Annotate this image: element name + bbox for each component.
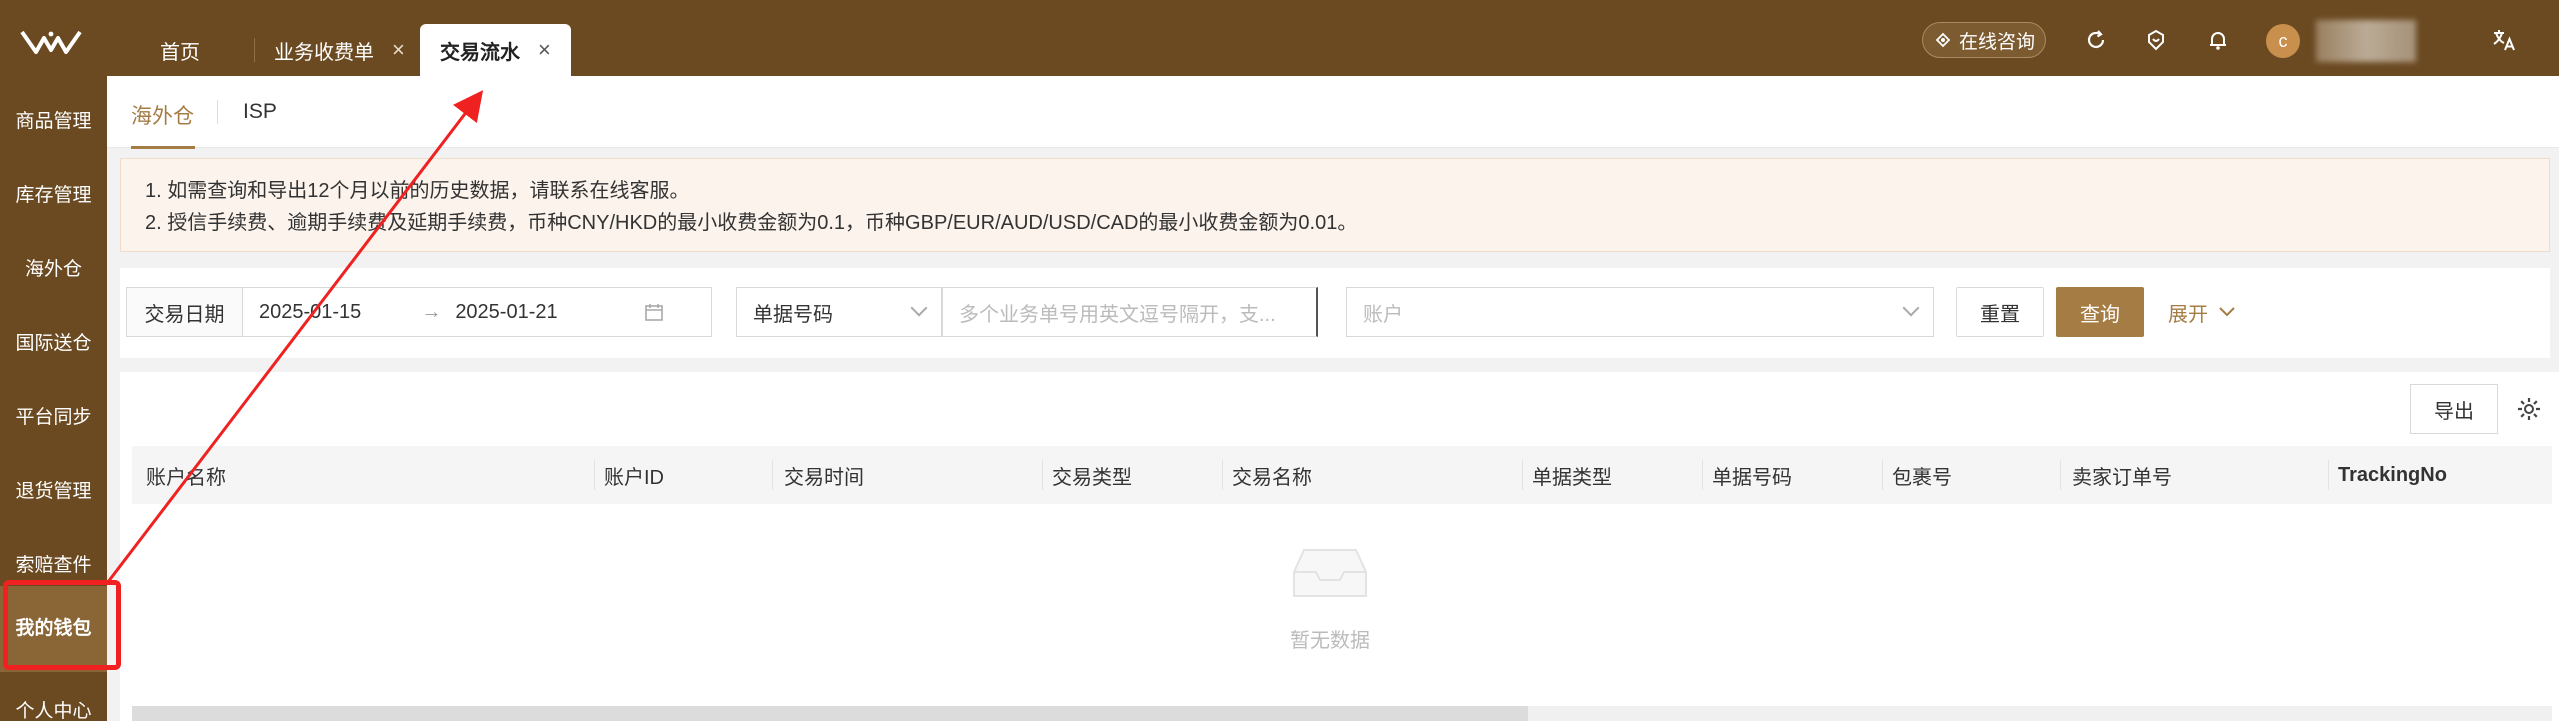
column-divider (1882, 460, 1883, 490)
refresh-icon[interactable] (2082, 26, 2110, 54)
scrollbar-thumb[interactable] (132, 706, 1528, 721)
column-divider (1702, 460, 1703, 490)
date-end-input[interactable]: 2025-01-21 (455, 301, 557, 324)
calendar-icon[interactable] (644, 302, 664, 322)
column-header-seller-order[interactable]: 卖家订单号 (2072, 446, 2172, 504)
active-subtab-indicator (131, 146, 195, 149)
doc-number-input[interactable]: 多个业务单号用英文逗号隔开，支... (942, 287, 1318, 337)
tab-transactions[interactable]: 交易流水 × (420, 24, 571, 76)
column-header-transaction-name[interactable]: 交易名称 (1232, 446, 1312, 504)
column-divider (1522, 460, 1523, 490)
online-consult-label: 在线咨询 (1958, 31, 2035, 53)
range-arrow-icon: → (421, 300, 442, 323)
column-header-account-id[interactable]: 账户ID (604, 446, 664, 504)
close-icon[interactable]: × (392, 37, 405, 63)
top-bar: 首页 业务收费单 × 交易流水 × 在线咨询 c (0, 0, 2559, 76)
transactions-table-card: 导出 账户名称 账户ID 交易时间 交易类型 交易名称 单据类型 单据号码 包裹… (120, 372, 2559, 721)
subtab-divider (217, 100, 218, 124)
online-consult-button[interactable]: 在线咨询 (1922, 22, 2046, 58)
empty-state-text: 暂无数据 (1290, 630, 1370, 652)
horizontal-scrollbar[interactable] (132, 706, 2552, 721)
date-range-picker[interactable]: 交易日期 2025-01-15 → 2025-01-21 (126, 287, 712, 337)
tab-transactions-label: 交易流水 (440, 41, 520, 64)
subtab-bar: 海外仓 ISP (107, 76, 2559, 149)
chevron-down-icon (910, 299, 928, 317)
consult-icon (1935, 32, 1951, 48)
sidebar-item-international-delivery[interactable]: 国际送仓 (0, 324, 107, 364)
notice-banner: 1. 如需查询和导出12个月以前的历史数据，请联系在线客服。 2. 授信手续费、… (120, 158, 2550, 252)
annotation-highlight-box (3, 580, 121, 670)
brand-logo[interactable] (20, 28, 82, 56)
column-header-transaction-type[interactable]: 交易类型 (1052, 446, 1132, 504)
column-divider (2328, 460, 2329, 490)
user-name-redacted[interactable] (2316, 20, 2416, 62)
column-divider (1222, 460, 1223, 490)
column-divider (1042, 460, 1043, 490)
sidebar-item-products[interactable]: 商品管理 (0, 102, 107, 142)
doc-type-value: 单据号码 (753, 303, 833, 326)
table-header: 账户名称 账户ID 交易时间 交易类型 交易名称 单据类型 单据号码 包裹号 卖… (132, 446, 2552, 504)
close-icon[interactable]: × (538, 37, 551, 63)
tab-home-label: 首页 (160, 41, 200, 64)
date-start-input[interactable]: 2025-01-15 (259, 301, 361, 324)
subtab-overseas-warehouse[interactable]: 海外仓 (131, 100, 194, 130)
chevron-down-icon (2219, 307, 2235, 317)
sidebar-item-platform-sync[interactable]: 平台同步 (0, 398, 107, 438)
expand-button[interactable]: 展开 (2168, 287, 2268, 337)
service-icon[interactable] (2142, 26, 2170, 54)
column-divider (594, 460, 595, 490)
date-range-label: 交易日期 (127, 288, 243, 336)
doc-number-placeholder: 多个业务单号用英文逗号隔开，支... (959, 303, 1276, 326)
tab-business-charges-label: 业务收费单 (274, 41, 374, 64)
doc-type-select[interactable]: 单据号码 (736, 287, 942, 337)
column-divider (772, 460, 773, 490)
column-header-package-number[interactable]: 包裹号 (1892, 446, 1952, 504)
sidebar-item-inventory[interactable]: 库存管理 (0, 176, 107, 216)
gear-icon[interactable] (2516, 396, 2542, 422)
account-select[interactable]: 账户 (1346, 287, 1934, 337)
sidebar-item-returns[interactable]: 退货管理 (0, 472, 107, 512)
sidebar-item-overseas-warehouse[interactable]: 海外仓 (0, 250, 107, 290)
subtab-isp[interactable]: ISP (243, 100, 277, 124)
column-header-doc-type[interactable]: 单据类型 (1532, 446, 1612, 504)
notice-line: 1. 如需查询和导出12个月以前的历史数据，请联系在线客服。 (145, 180, 690, 202)
tab-home[interactable]: 首页 (160, 24, 200, 76)
tab-business-charges[interactable]: 业务收费单 × (274, 24, 405, 76)
bell-icon[interactable] (2204, 26, 2232, 54)
account-placeholder: 账户 (1363, 303, 1403, 326)
avatar[interactable]: c (2266, 24, 2300, 58)
empty-box-icon (1293, 549, 1367, 597)
column-header-account-name[interactable]: 账户名称 (146, 446, 226, 504)
query-button[interactable]: 查询 (2056, 287, 2144, 337)
column-header-doc-number[interactable]: 单据号码 (1712, 446, 1792, 504)
filter-bar: 交易日期 2025-01-15 → 2025-01-21 单据号码 多个业务单号… (120, 268, 2550, 358)
notice-line: 2. 授信手续费、逾期手续费及延期手续费，币种CNY/HKD的最小收费金额为0.… (145, 212, 1358, 234)
column-header-tracking-no[interactable]: TrackingNo (2338, 446, 2447, 504)
sidebar-item-profile[interactable]: 个人中心 (0, 692, 107, 721)
expand-label: 展开 (2168, 303, 2208, 326)
chevron-down-icon (1902, 299, 1920, 317)
translate-icon[interactable] (2490, 26, 2518, 54)
export-button[interactable]: 导出 (2410, 384, 2498, 434)
tab-divider (254, 38, 255, 62)
column-divider (2060, 460, 2061, 490)
reset-button[interactable]: 重置 (1956, 287, 2044, 337)
column-header-transaction-time[interactable]: 交易时间 (784, 446, 864, 504)
